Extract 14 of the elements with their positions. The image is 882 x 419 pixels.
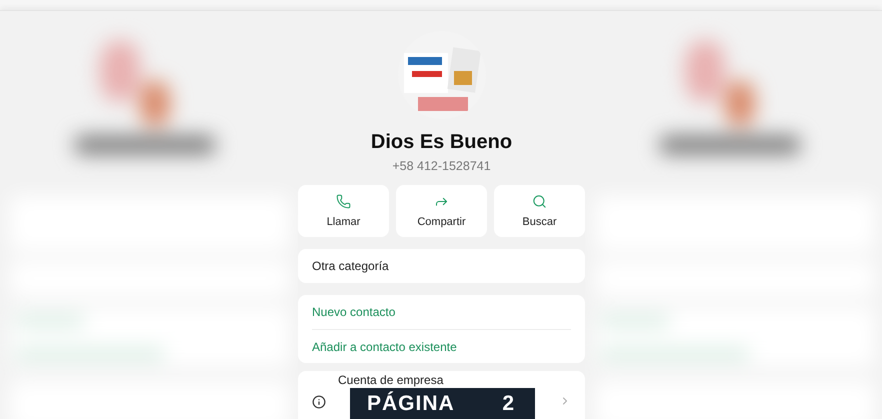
info-title: Cuenta de empresa bbox=[338, 373, 444, 387]
page-label: PÁGINA bbox=[367, 392, 455, 416]
contact-option-link[interactable]: Nuevo contacto bbox=[312, 305, 396, 319]
category-label: Otra categoría bbox=[312, 259, 389, 273]
search-button[interactable]: Buscar bbox=[494, 185, 585, 237]
call-button[interactable]: Llamar bbox=[298, 185, 389, 237]
info-icon bbox=[312, 395, 326, 409]
search-icon bbox=[532, 194, 547, 209]
phone-number: +58 412-1528741 bbox=[392, 159, 491, 173]
share-button[interactable]: Compartir bbox=[396, 185, 487, 237]
contact-option-link[interactable]: Añadir a contacto existente bbox=[312, 340, 457, 354]
phone-icon bbox=[336, 194, 351, 209]
contact-name: Dios Es Bueno bbox=[370, 131, 512, 154]
page-number: 2 bbox=[502, 392, 515, 416]
